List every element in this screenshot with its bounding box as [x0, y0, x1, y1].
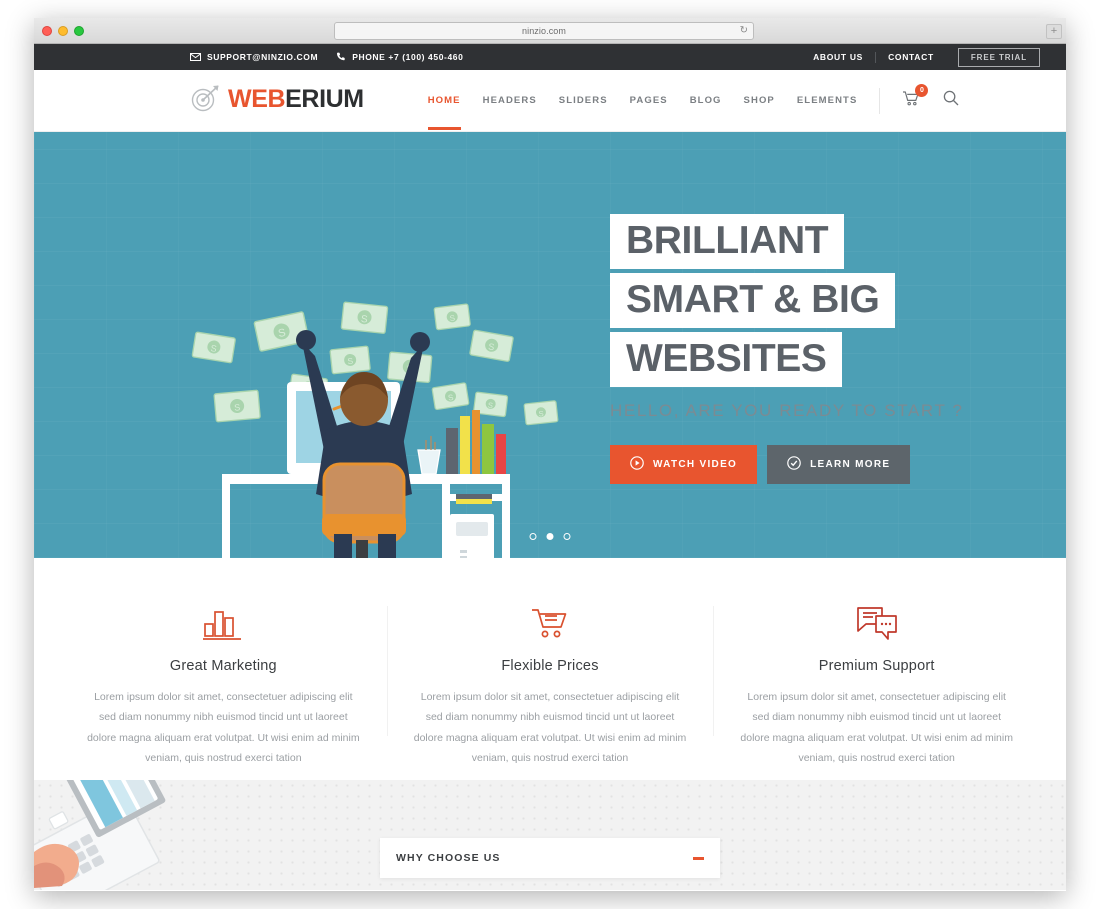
learn-more-label: LEARN MORE: [810, 459, 891, 470]
logo-text-part1: WEB: [228, 85, 286, 113]
logo-text-part2: ERIUM: [285, 85, 364, 113]
slider-pagination: [529, 533, 571, 540]
svg-text:S: S: [538, 409, 544, 418]
accordion-title: WHY CHOOSE US: [396, 852, 501, 864]
cart-count-badge: 0: [915, 83, 929, 97]
feature-title: Flexible Prices: [495, 658, 605, 675]
feature-title: Great Marketing: [163, 658, 283, 675]
check-circle-icon: [787, 456, 801, 473]
why-choose-us-section: WHY CHOOSE US: [34, 780, 1066, 890]
hero-headline-row-1: BRILLIANT: [610, 214, 964, 273]
envelope-icon: [190, 53, 201, 61]
hero-headline-line-3: WEBSITES: [610, 332, 843, 387]
feature-text: Lorem ipsum dolor sit amet, consectetuer…: [413, 691, 687, 765]
browser-window: ninzio.com ↻ + SUPPORT@NINZIO.COM PHONE: [34, 18, 1066, 891]
svg-text:S: S: [449, 314, 455, 324]
nav-item-home[interactable]: HOME: [427, 71, 461, 130]
nav-item-headers[interactable]: HEADERS: [483, 71, 537, 130]
site-viewport: SUPPORT@NINZIO.COM PHONE +7 (100) 450-46…: [34, 44, 1066, 891]
hero-headline-line-2: SMART & BIG: [610, 273, 896, 328]
accordion-why-choose-us[interactable]: WHY CHOOSE US: [380, 838, 720, 878]
minimize-window-button[interactable]: [58, 25, 68, 36]
logo[interactable]: WEBERIUM: [190, 84, 364, 117]
feature-title: Premium Support: [812, 658, 941, 675]
support-email[interactable]: SUPPORT@NINZIO.COM: [190, 52, 318, 62]
minus-icon[interactable]: [693, 856, 704, 860]
topbar-link-about-us[interactable]: ABOUT US: [801, 52, 875, 62]
slider-dot-2[interactable]: [546, 533, 554, 540]
address-bar[interactable]: ninzio.com ↻: [334, 22, 754, 40]
learn-more-button[interactable]: LEARN MORE: [767, 445, 911, 484]
bar-chart-icon: [86, 602, 361, 642]
phone-icon: [336, 52, 346, 62]
feature-great-marketing: Great Marketing Lorem ipsum dolor sit am…: [60, 602, 387, 764]
chat-bubbles-icon: [739, 602, 1014, 642]
feature-text: Lorem ipsum dolor sit amet, consectetuer…: [740, 691, 1013, 765]
hero-copy: BRILLIANT SMART & BIG WEBSITES HELLO, AR…: [610, 214, 964, 484]
feature-premium-support: Premium Support Lorem ipsum dolor sit am…: [713, 602, 1040, 764]
url-text: ninzio.com: [521, 26, 567, 36]
phone-label: PHONE +7 (100) 450-460: [352, 52, 464, 62]
cart-button[interactable]: 0: [902, 83, 929, 112]
utility-topbar: SUPPORT@NINZIO.COM PHONE +7 (100) 450-46…: [34, 44, 1066, 70]
logo-text: WEBERIUM: [228, 85, 364, 117]
topbar-contact-group: SUPPORT@NINZIO.COM PHONE +7 (100) 450-46…: [190, 52, 463, 62]
hero-button-group: WATCH VIDEO LEARN MORE: [610, 445, 964, 484]
svg-text:S: S: [234, 402, 241, 412]
nav-item-shop[interactable]: SHOP: [744, 71, 775, 130]
hero-illustration: S S S S S S S S S S: [184, 282, 574, 558]
slider-dot-1[interactable]: [529, 533, 537, 540]
target-dart-icon: [190, 84, 220, 117]
nav-item-blog[interactable]: BLOG: [690, 71, 722, 130]
new-tab-button[interactable]: +: [1046, 24, 1062, 39]
nav-item-elements[interactable]: ELEMENTS: [797, 71, 858, 130]
site-header: WEBERIUM HOME HEADERS SLIDERS PAGES BLOG…: [34, 70, 1066, 132]
features-section: Great Marketing Lorem ipsum dolor sit am…: [34, 558, 1066, 780]
close-window-button[interactable]: [42, 25, 52, 36]
header-divider: [879, 87, 881, 114]
browser-chrome: ninzio.com ↻ +: [34, 18, 1066, 44]
support-email-label: SUPPORT@NINZIO.COM: [207, 52, 319, 62]
watch-video-button[interactable]: WATCH VIDEO: [610, 445, 758, 484]
topbar-links-group: ABOUT US CONTACT FREE TRIAL: [801, 47, 1040, 67]
shopping-cart-icon: [413, 602, 688, 642]
hero-subtitle: HELLO, ARE YOU READY TO START ?: [610, 401, 964, 420]
watch-video-label: WATCH VIDEO: [653, 459, 738, 470]
topbar-link-contact[interactable]: CONTACT: [876, 52, 946, 62]
feature-flexible-prices: Flexible Prices Lorem ipsum dolor sit am…: [386, 602, 714, 764]
slider-dot-3[interactable]: [563, 533, 571, 540]
hero-headline-row-3: WEBSITES: [610, 332, 964, 391]
header-icon-group: 0: [902, 83, 959, 112]
nav-item-sliders[interactable]: SLIDERS: [559, 71, 608, 130]
hero-headline-row-2: SMART & BIG: [610, 273, 964, 332]
main-navigation: HOME HEADERS SLIDERS PAGES BLOG SHOP ELE…: [427, 71, 858, 130]
hand-laptop-illustration: [34, 780, 264, 890]
traffic-lights: [42, 25, 84, 36]
nav-item-pages[interactable]: PAGES: [630, 71, 668, 130]
free-trial-button[interactable]: FREE TRIAL: [957, 47, 1040, 67]
maximize-window-button[interactable]: [74, 25, 84, 36]
play-circle-icon: [630, 456, 644, 473]
feature-text: Lorem ipsum dolor sit amet, consectetuer…: [87, 691, 360, 765]
reload-icon[interactable]: ↻: [740, 26, 748, 36]
hero-headline-line-1: BRILLIANT: [610, 214, 845, 269]
search-icon[interactable]: [943, 90, 959, 111]
hero-slider: S S S S S S S S S S BRILLIANT SMART & BI…: [34, 132, 1066, 558]
phone-number[interactable]: PHONE +7 (100) 450-460: [336, 52, 463, 62]
